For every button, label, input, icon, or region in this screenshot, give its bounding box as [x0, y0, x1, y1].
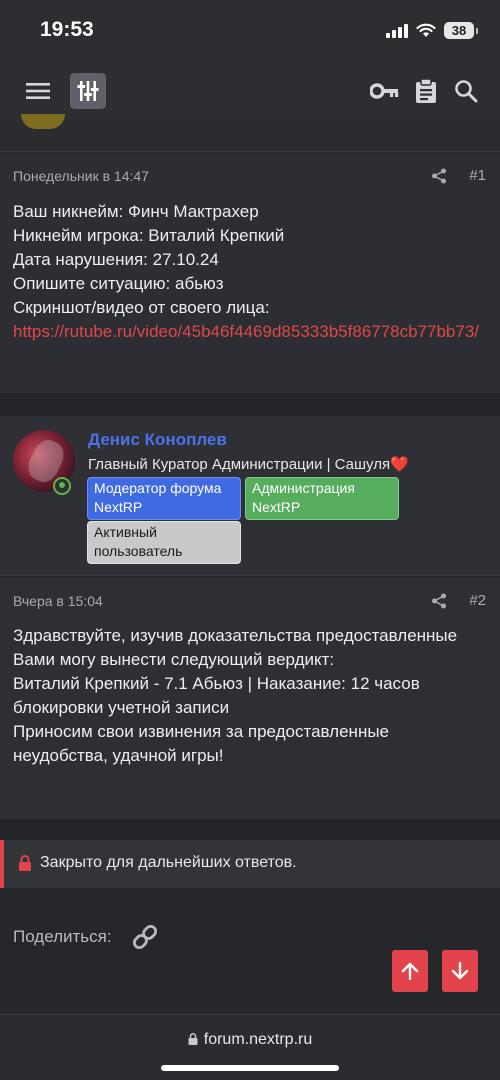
link-icon[interactable]: [130, 922, 160, 952]
post-date[interactable]: Вчера в 15:04: [13, 593, 103, 609]
share-icon[interactable]: [431, 593, 447, 609]
post-1: Понедельник в 14:47 #1 Ваш никнейм: Финч…: [0, 153, 500, 393]
post-number[interactable]: #1: [469, 167, 486, 184]
share-icon[interactable]: [431, 168, 447, 184]
lock-icon: [188, 1033, 198, 1045]
battery-tip: [476, 27, 478, 34]
arrow-down-icon: [451, 962, 469, 980]
scroll-up-button[interactable]: [392, 950, 428, 992]
menu-button[interactable]: [20, 73, 56, 109]
url-text: forum.nextrp.ru: [203, 1031, 313, 1048]
post-line: Виталий Крепкий - 7.1 Абьюз | Наказание:…: [13, 674, 420, 717]
post-date[interactable]: Понедельник в 14:47: [13, 168, 149, 184]
lock-icon: [19, 855, 31, 871]
online-status-icon: [53, 477, 71, 495]
post-body: Ваш никнейм: Финч Мактрахер Никнейм игро…: [13, 200, 486, 344]
browser-address-bar[interactable]: forum.nextrp.ru: [0, 1014, 500, 1080]
hamburger-icon: [26, 83, 50, 99]
user-title-text: Главный Куратор Администрации | Сашуля: [88, 456, 391, 473]
status-bar: 19:53 38: [0, 0, 500, 60]
admin-badge: Администрация NextRP: [245, 477, 399, 520]
search-icon: [455, 80, 478, 103]
post-line: Скриншот/видео от своего лица:: [13, 298, 270, 317]
wifi-icon: [416, 23, 436, 37]
battery-icon: 38: [444, 22, 474, 39]
filter-button[interactable]: [70, 73, 106, 109]
avatar: [21, 114, 65, 129]
register-button[interactable]: [408, 73, 444, 109]
closed-notice-text: Закрыто для дальнейших ответов.: [40, 854, 297, 871]
post-line: Опишите ситуацию: абьюз: [13, 274, 224, 293]
post-number[interactable]: #2: [469, 592, 486, 609]
cellular-signal-icon: [386, 23, 408, 38]
post-line: Ваш никнейм: Финч Мактрахер: [13, 202, 259, 221]
post-separator: [0, 393, 500, 416]
scroll-down-button[interactable]: [442, 950, 478, 992]
active-user-badge: Активный пользователь: [87, 521, 241, 564]
top-navbar: [0, 60, 500, 122]
moderator-badge: Модератор форума NextRP: [87, 477, 241, 520]
video-link[interactable]: https://rutube.ru/video/45b46f4469d85333…: [13, 320, 486, 344]
post-line: Никнейм игрока: Виталий Крепкий: [13, 226, 285, 245]
clipboard-icon: [416, 78, 436, 103]
post-line: Здравствуйте, изучив доказательства пред…: [13, 626, 458, 669]
post-actions: #1: [431, 167, 486, 184]
arrow-up-icon: [401, 962, 419, 980]
post-actions: #2: [431, 592, 486, 609]
status-time: 19:53: [40, 18, 94, 41]
closed-notice: Закрыто для дальнейших ответов.: [0, 840, 500, 888]
heart-icon: ❤️: [390, 456, 409, 473]
login-button[interactable]: [367, 73, 403, 109]
post-separator: [0, 819, 500, 840]
share-label: Поделиться:: [13, 927, 112, 946]
post-line: Приносим свои извинения за предоставленн…: [13, 722, 390, 765]
sliders-icon: [77, 81, 99, 101]
previous-user-block: [0, 114, 500, 152]
status-icons: 38: [386, 22, 478, 39]
post-body: Здравствуйте, изучив доказательства пред…: [13, 624, 486, 768]
username[interactable]: Денис Коноплев: [88, 430, 227, 450]
search-button[interactable]: [448, 73, 484, 109]
post-line: Дата нарушения: 27.10.24: [13, 250, 219, 269]
key-icon: [370, 83, 399, 99]
post-2: Вчера в 15:04 #2 Здравствуйте, изучив до…: [0, 577, 500, 819]
user-title: Главный Куратор Администрации | Сашуля❤️: [88, 455, 409, 473]
url-display[interactable]: forum.nextrp.ru: [0, 1031, 500, 1049]
home-indicator[interactable]: [161, 1065, 339, 1071]
